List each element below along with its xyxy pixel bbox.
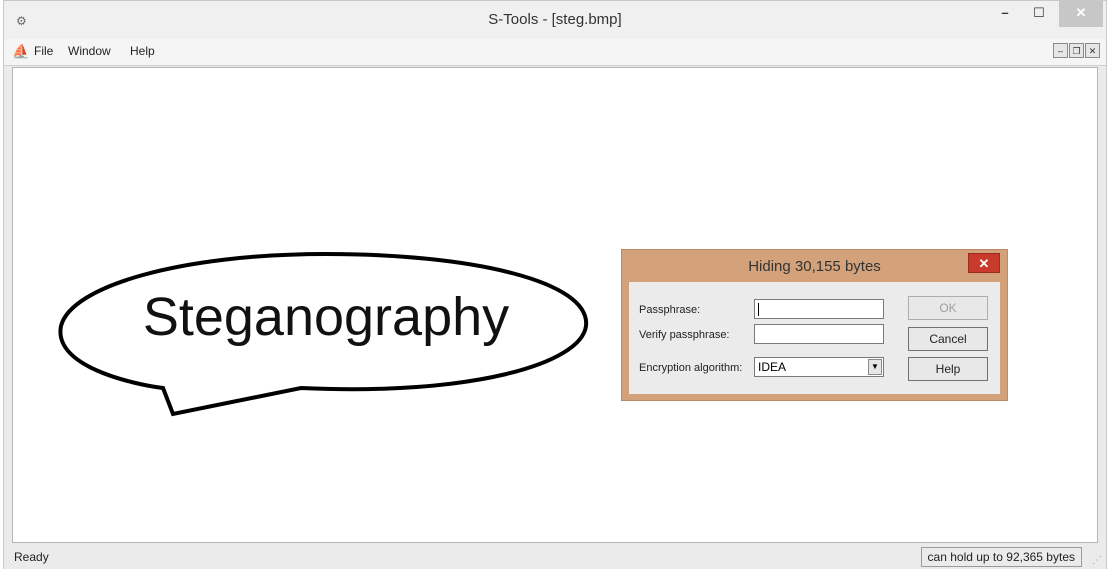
verify-passphrase-input[interactable]: [754, 324, 884, 344]
menu-file[interactable]: File: [34, 44, 53, 58]
encryption-algorithm-value: IDEA: [758, 360, 787, 374]
dialog-close-button[interactable]: ✕: [968, 253, 1000, 273]
mdi-close-button[interactable]: ✕: [1085, 43, 1100, 58]
status-capacity: can hold up to 92,365 bytes: [920, 547, 1082, 567]
status-ready: Ready: [14, 550, 49, 564]
passphrase-label: Passphrase:: [639, 304, 701, 316]
title-bar: ⚙ S-Tools - [steg.bmp] – ☐ ✕: [4, 1, 1106, 39]
maximize-button[interactable]: ☐: [1022, 1, 1056, 27]
ok-button[interactable]: OK: [908, 296, 988, 320]
dialog-body: Passphrase: Verify passphrase: Encryptio…: [629, 282, 1000, 394]
verify-passphrase-label: Verify passphrase:: [639, 329, 730, 341]
help-button[interactable]: Help: [908, 357, 988, 381]
window-title: S-Tools - [steg.bmp]: [488, 11, 622, 28]
mdi-restore-button[interactable]: ❐: [1069, 43, 1084, 58]
menu-help[interactable]: Help: [130, 44, 155, 58]
encryption-algorithm-select[interactable]: IDEA ▼: [754, 357, 884, 377]
encryption-algorithm-label: Encryption algorithm:: [639, 362, 743, 374]
minimize-button[interactable]: –: [988, 1, 1022, 27]
dialog-title: Hiding 30,155 bytes: [748, 258, 881, 275]
dropdown-arrow-icon[interactable]: ▼: [868, 359, 882, 375]
passphrase-input[interactable]: [754, 299, 884, 319]
hiding-dialog: Hiding 30,155 bytes ✕ Passphrase: Verify…: [621, 249, 1008, 401]
status-bar: Ready can hold up to 92,365 bytes ⋰: [4, 545, 1106, 569]
speech-bubble-image: Steganography: [51, 246, 601, 426]
mdi-minimize-button[interactable]: –: [1053, 43, 1068, 58]
close-button[interactable]: ✕: [1059, 1, 1103, 27]
resize-grip-icon[interactable]: ⋰: [1092, 555, 1102, 566]
mdi-controls: – ❐ ✕: [1053, 43, 1100, 58]
bubble-text: Steganography: [142, 287, 510, 347]
menu-window[interactable]: Window: [68, 44, 111, 58]
text-caret: [758, 303, 759, 317]
app-menu-icon[interactable]: ⛵: [12, 43, 29, 59]
menu-bar: ⛵ File Window Help – ❐ ✕: [4, 39, 1106, 66]
cancel-button[interactable]: Cancel: [908, 327, 988, 351]
